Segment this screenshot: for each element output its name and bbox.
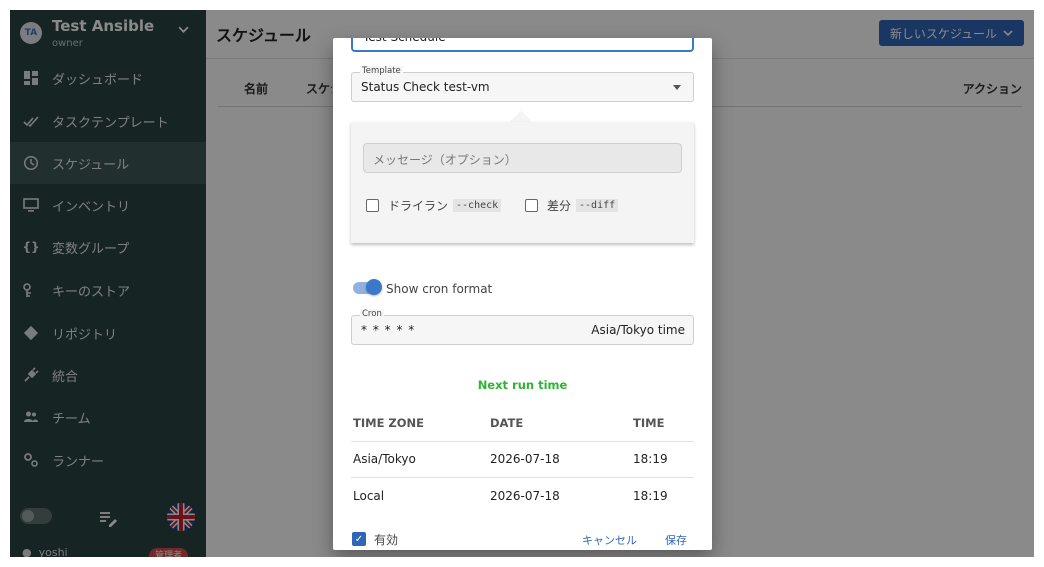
task-options-panel: メッセージ（オプション） ドライラン --check 差分 --diff [351, 122, 694, 243]
checkbox-icon [366, 199, 379, 212]
schedule-name-input[interactable]: Test Schedule [351, 38, 694, 52]
row-2-timezone: Local [353, 489, 385, 503]
switch-knob [366, 279, 382, 295]
cron-label: Cron [360, 309, 384, 319]
row-2-date: 2026-07-18 [490, 489, 560, 503]
column-header-timezone: TIME ZONE [353, 416, 425, 430]
diff-checkbox[interactable]: 差分 --diff [525, 197, 619, 214]
dry-run-checkbox[interactable]: ドライラン --check [366, 197, 502, 214]
next-run-title: Next run time [477, 378, 568, 392]
template-label: Template [360, 66, 403, 76]
cron-input[interactable]: Cron * * * * * Asia/Tokyo time [351, 309, 694, 345]
template-select[interactable]: Template Status Check test-vm [351, 66, 694, 102]
enabled-label: 有効 [374, 533, 399, 547]
enabled-checkbox[interactable]: ✓ [352, 532, 366, 546]
dry-run-code: --check [453, 199, 502, 212]
divider [351, 477, 694, 478]
app-window: TA Test Ansible owner ダッシュボード タスクテンプレート … [10, 10, 1034, 557]
show-cron-switch[interactable] [353, 279, 382, 295]
dropdown-arrow-icon [673, 85, 681, 90]
cancel-button[interactable]: キャンセル [582, 532, 637, 548]
diff-code: --diff [576, 199, 619, 212]
dry-run-label: ドライラン [388, 199, 449, 213]
message-input[interactable]: メッセージ（オプション） [363, 143, 682, 173]
row-2-time: 18:19 [633, 489, 668, 503]
row-1-time: 18:19 [633, 452, 668, 466]
row-1-timezone: Asia/Tokyo [353, 452, 416, 466]
column-header-time: TIME [633, 416, 665, 430]
save-button[interactable]: 保存 [665, 532, 687, 548]
cron-timezone: Asia/Tokyo time [591, 323, 685, 337]
diff-label: 差分 [547, 199, 572, 213]
template-value: Status Check test-vm [361, 80, 490, 94]
row-1-date: 2026-07-18 [490, 452, 560, 466]
schedule-dialog: Test Schedule Template Status Check test… [333, 38, 712, 550]
column-header-date: DATE [490, 416, 524, 430]
divider [351, 441, 694, 442]
show-cron-label: Show cron format [386, 282, 493, 296]
cron-value: * * * * * [361, 323, 416, 337]
checkbox-icon [525, 199, 538, 212]
